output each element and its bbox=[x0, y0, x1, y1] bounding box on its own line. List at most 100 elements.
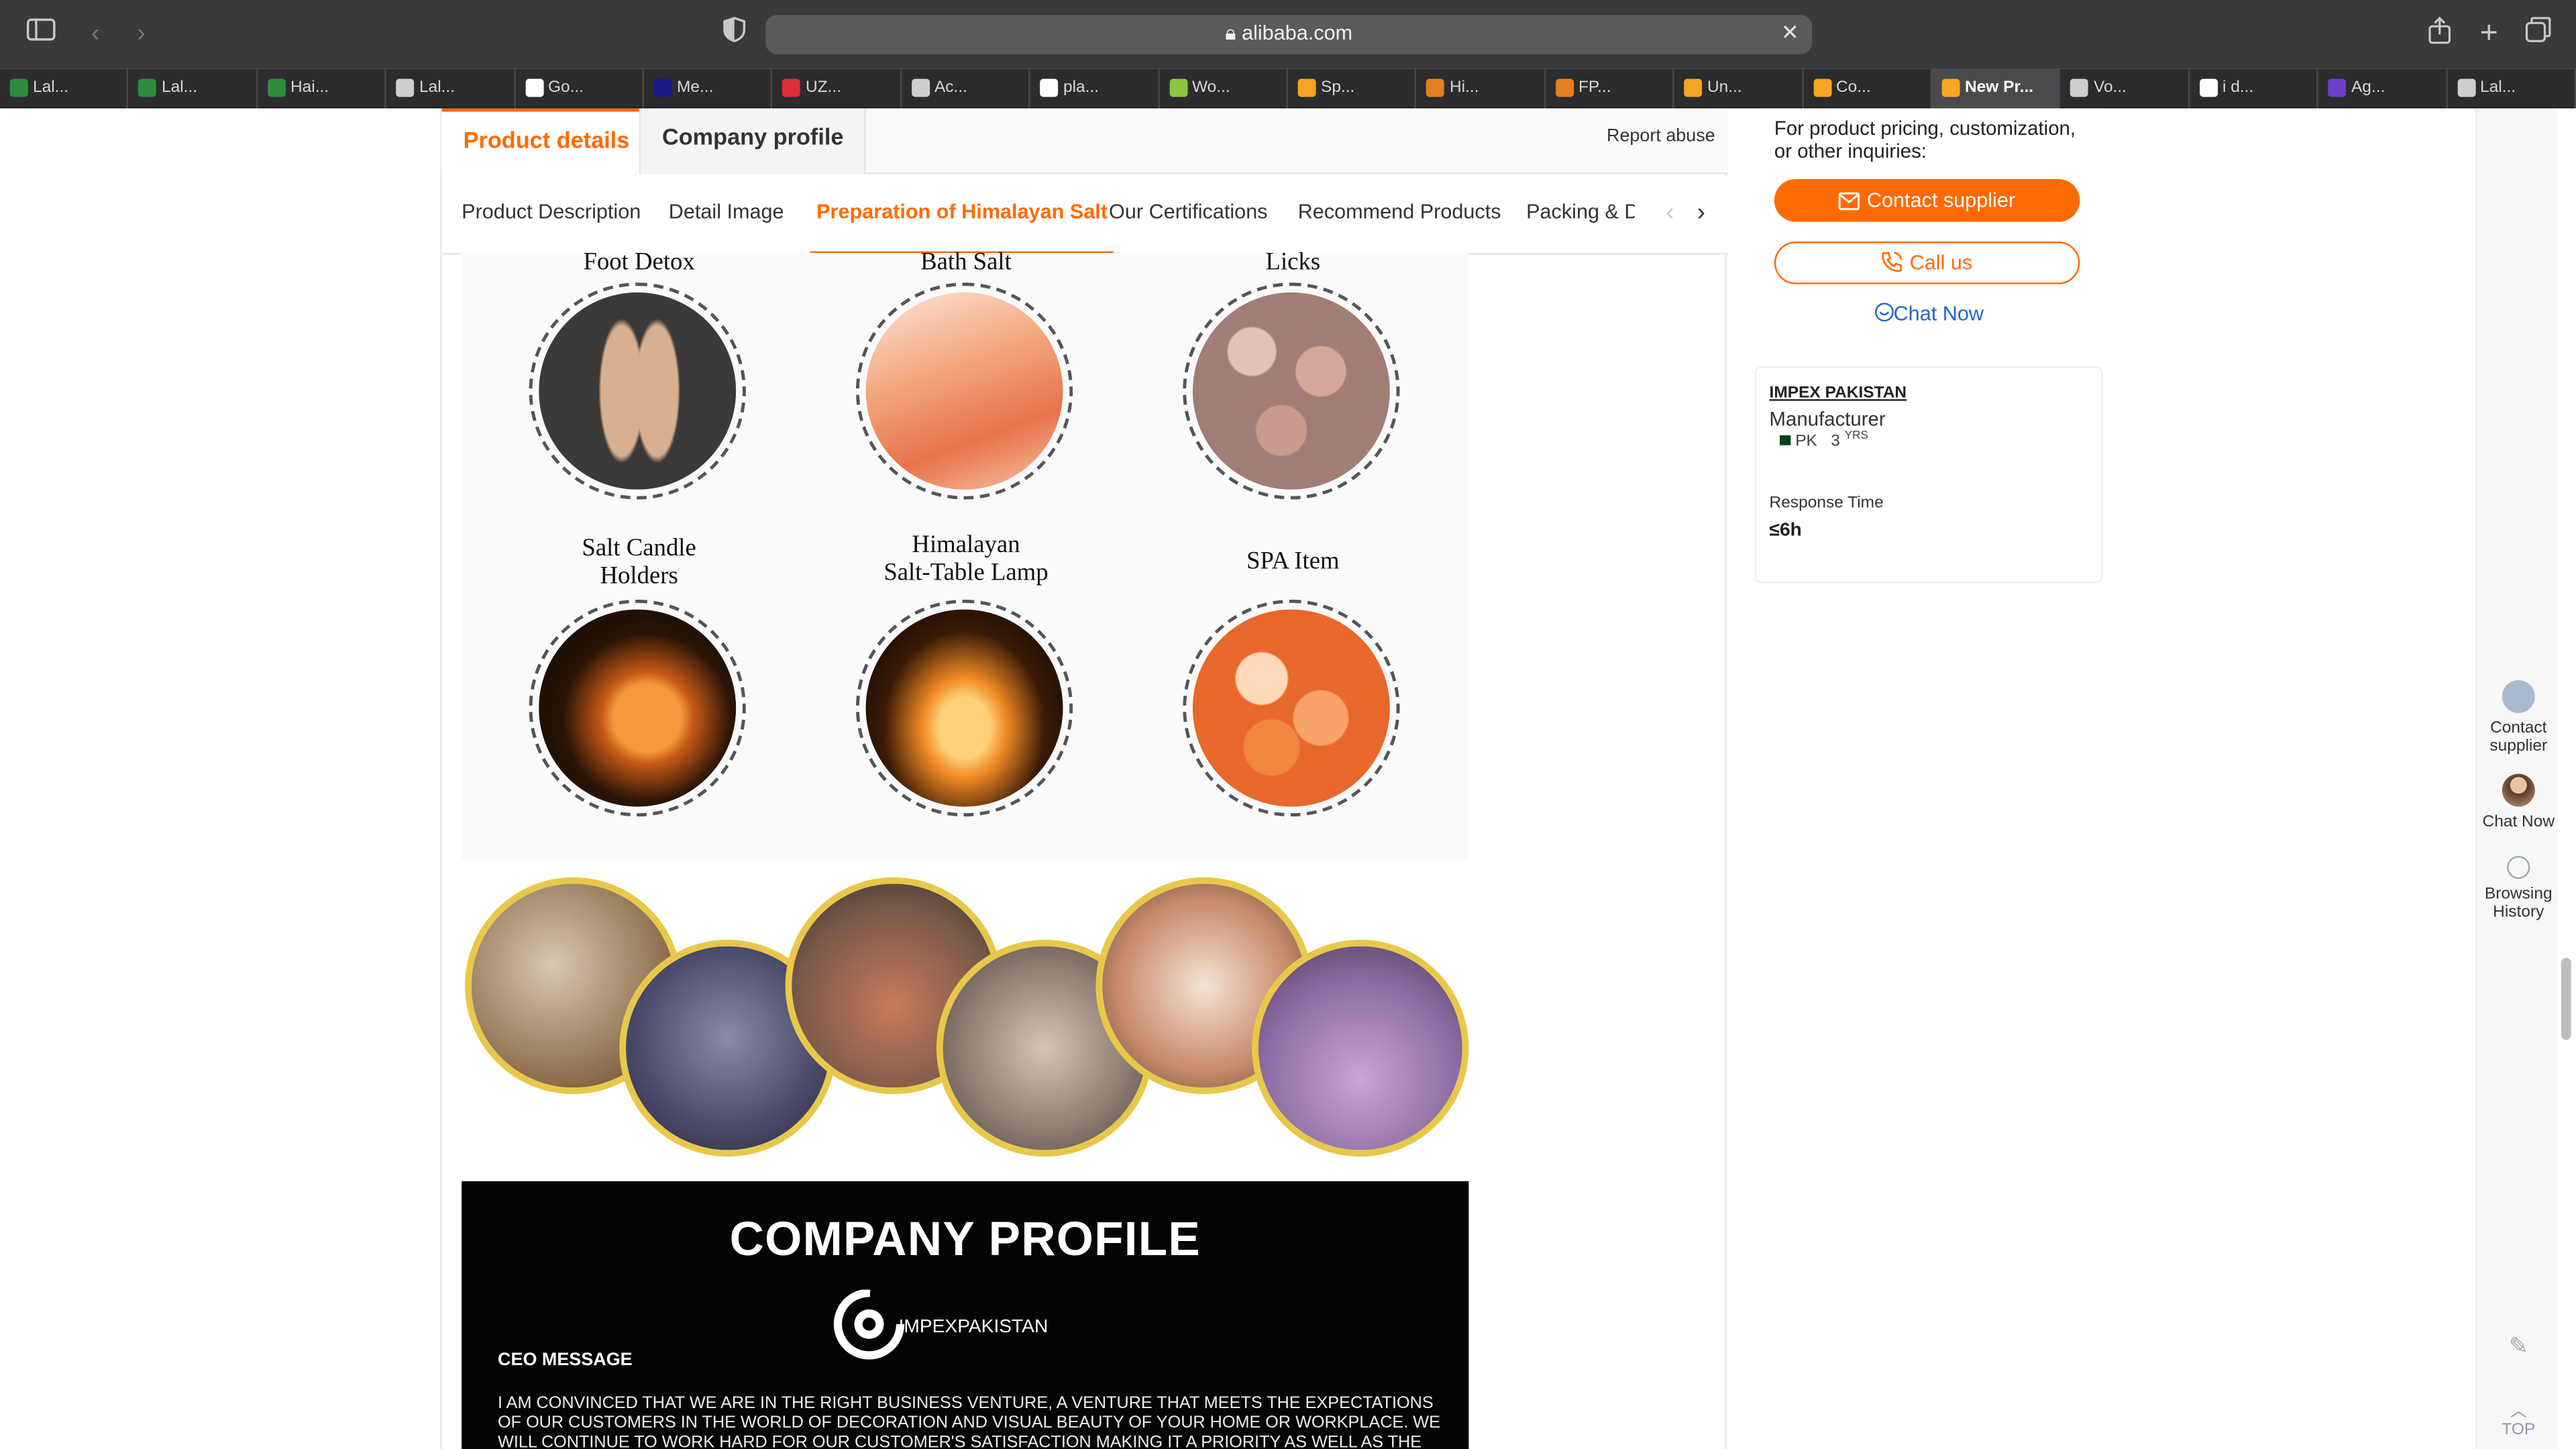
subtab-detail-image[interactable]: Detail Image bbox=[669, 176, 784, 253]
back-to-top-button[interactable]: ︿ TOP bbox=[2477, 1403, 2559, 1439]
share-icon[interactable] bbox=[2422, 16, 2458, 52]
chat-now-label: Chat Now bbox=[1893, 302, 1984, 325]
browser-tab-label: Sp... bbox=[1320, 78, 1355, 97]
product-bath-salt: Bath Salt bbox=[802, 250, 1130, 278]
subtab-next-icon[interactable]: › bbox=[1697, 199, 1705, 227]
favicon-icon bbox=[1555, 78, 1574, 97]
page-content: Product details Company profile Report a… bbox=[0, 108, 2576, 1449]
browser-tab[interactable]: Lal... bbox=[0, 68, 129, 109]
tab-overview-icon[interactable] bbox=[2520, 16, 2557, 52]
browser-tab-label: Co... bbox=[1835, 78, 1871, 97]
product-title: SPA Item bbox=[1246, 548, 1340, 576]
product-main-column: Product details Company profile Report a… bbox=[440, 108, 1729, 1449]
browser-tab-label: Go... bbox=[547, 78, 584, 97]
favicon-icon bbox=[2070, 78, 2089, 97]
subtab-certifications[interactable]: Our Certifications bbox=[1109, 176, 1267, 253]
caret-up-icon: ︿ bbox=[2510, 1403, 2527, 1421]
favicon-icon bbox=[1684, 78, 1703, 97]
favicon-icon bbox=[138, 78, 157, 97]
privacy-shield-icon[interactable] bbox=[716, 16, 753, 52]
product-candle-holders: Salt Candle Holders bbox=[475, 535, 804, 591]
response-time-label: Response Time bbox=[1769, 494, 1884, 513]
browser-tab[interactable]: Ag... bbox=[2318, 68, 2447, 109]
contact-supplier-button[interactable]: Contact supplier bbox=[1774, 178, 2080, 225]
browser-tab[interactable]: pla... bbox=[1030, 68, 1159, 109]
browser-tab[interactable]: Co... bbox=[1803, 68, 1932, 109]
mail-circle-icon bbox=[2502, 680, 2535, 713]
favicon-icon bbox=[1297, 78, 1316, 97]
browser-tab-label: Vo... bbox=[2093, 78, 2127, 97]
favicon-icon bbox=[1813, 78, 1831, 97]
url-text: 🔒︎ alibaba.com bbox=[1225, 21, 1353, 45]
browser-tab[interactable]: Me... bbox=[644, 68, 773, 109]
subtab-packing[interactable]: Packing & De bbox=[1526, 176, 1635, 253]
supplier-name-link[interactable]: IMPEX PAKISTAN bbox=[1770, 384, 1907, 402]
float-chat-label: Chat Now bbox=[2482, 813, 2555, 832]
browser-tab[interactable]: Un... bbox=[1674, 68, 1803, 109]
browser-tab[interactable]: FP... bbox=[1546, 68, 1674, 109]
chat-now-link[interactable]: Chat Now bbox=[1755, 303, 2103, 327]
browser-tab[interactable]: Lal... bbox=[386, 68, 515, 109]
call-us-button[interactable]: Call us bbox=[1774, 241, 2080, 284]
supplier-card: IMPEX PAKISTAN Manufacturer PK 3 YRS Res… bbox=[1754, 366, 2103, 584]
browser-tab[interactable]: Hai... bbox=[258, 68, 386, 109]
clear-url-icon[interactable]: ✕ bbox=[1781, 19, 1799, 46]
float-browsing-history[interactable]: Browsing History bbox=[2477, 855, 2559, 922]
browser-tab[interactable]: Ac... bbox=[902, 68, 1030, 109]
subtab-product-description[interactable]: Product Description bbox=[462, 176, 641, 253]
contact-supplier-label: Contact supplier bbox=[1866, 189, 2016, 212]
browser-tab-label: Lal... bbox=[2479, 78, 2516, 97]
float-history-label: Browsing History bbox=[2484, 885, 2553, 922]
page-scrollbar[interactable] bbox=[2561, 957, 2571, 1040]
float-chat-now[interactable]: Chat Now bbox=[2477, 773, 2559, 831]
candle-holders-photo bbox=[539, 609, 737, 807]
new-tab-icon[interactable]: + bbox=[2471, 16, 2507, 52]
tab-company-profile[interactable]: Company profile bbox=[639, 108, 867, 174]
browser-tab-label: Hi... bbox=[1449, 78, 1479, 97]
spa-item-photo bbox=[1192, 609, 1390, 807]
product-title: Licks bbox=[1265, 250, 1321, 276]
mining-process-image bbox=[462, 861, 1469, 1183]
browser-tab-label: Ag... bbox=[2351, 78, 2385, 97]
favicon-icon bbox=[267, 78, 286, 97]
browser-tab[interactable]: New Pr... bbox=[1932, 68, 2061, 109]
forward-icon[interactable]: › bbox=[123, 16, 160, 52]
browser-tab-label: Me... bbox=[676, 78, 714, 97]
mail-icon bbox=[1839, 182, 1860, 225]
foot-detox-image bbox=[529, 282, 746, 500]
impexpakistan-logo: IMPEXPAKISTAN bbox=[833, 1289, 1063, 1365]
favicon-icon bbox=[1426, 78, 1445, 97]
pakistan-flag-icon bbox=[1776, 435, 1791, 446]
agent-avatar-icon bbox=[2502, 773, 2535, 807]
back-icon[interactable]: ‹ bbox=[77, 16, 113, 52]
supplier-years: 3 bbox=[1831, 432, 1840, 451]
browser-tab[interactable]: Vo... bbox=[2061, 68, 2190, 109]
address-bar[interactable]: 🔒︎ alibaba.com ✕ bbox=[765, 15, 1813, 54]
favicon-icon bbox=[9, 78, 28, 97]
browser-tab[interactable]: Go... bbox=[515, 68, 644, 109]
browser-tab[interactable]: UZ... bbox=[773, 68, 902, 109]
browser-tab[interactable]: Lal... bbox=[2447, 68, 2576, 109]
sidebar-toggle-icon[interactable] bbox=[23, 16, 59, 52]
browser-tab[interactable]: i d... bbox=[2190, 68, 2318, 109]
browser-tab[interactable]: Sp... bbox=[1288, 68, 1417, 109]
feedback-icon[interactable]: ✎ bbox=[2477, 1334, 2559, 1357]
product-title-line1: Himalayan bbox=[912, 532, 1020, 559]
subtab-prev-icon[interactable]: ‹ bbox=[1666, 199, 1674, 227]
browser-tab[interactable]: Lal... bbox=[129, 68, 258, 109]
subtab-recommend-products[interactable]: Recommend Products bbox=[1298, 176, 1501, 253]
float-contact-supplier[interactable]: Contact supplier bbox=[2477, 680, 2559, 756]
browser-tab[interactable]: Hi... bbox=[1417, 68, 1546, 109]
browser-tab[interactable]: Wo... bbox=[1159, 68, 1288, 109]
subtab-preparation[interactable]: Preparation of Himalayan Salt bbox=[810, 176, 1114, 254]
tab-product-details[interactable]: Product details bbox=[441, 108, 651, 174]
ceo-message-text: I AM CONVINCED THAT WE ARE IN THE RIGHT … bbox=[498, 1395, 1440, 1449]
bath-salt-image bbox=[855, 282, 1073, 500]
product-licks: Licks bbox=[1128, 250, 1457, 278]
favicon-icon bbox=[653, 78, 672, 97]
report-abuse-link[interactable]: Report abuse bbox=[1607, 127, 1715, 146]
table-lamp-photo bbox=[865, 609, 1063, 807]
browser-tab-label: New Pr... bbox=[1964, 78, 2034, 97]
call-us-label: Call us bbox=[1909, 251, 1973, 274]
favicon-icon bbox=[1941, 78, 1960, 97]
